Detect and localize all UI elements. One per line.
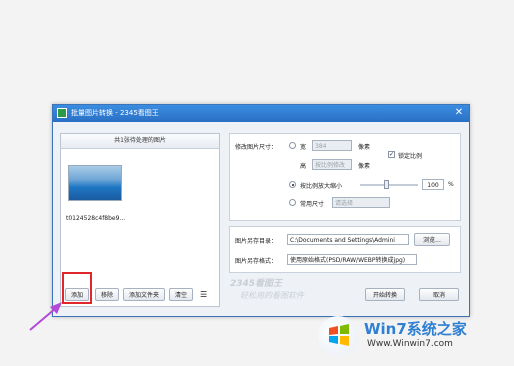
windows-flag-icon xyxy=(329,324,349,346)
height-input[interactable]: 按比例修改 xyxy=(312,159,352,170)
keep-ratio-label: 锁定比例 xyxy=(398,153,423,160)
cancel-button[interactable]: 取消 xyxy=(419,288,459,301)
list-view-icon[interactable]: ☰ xyxy=(200,290,207,299)
common-size-label: 常用尺寸 xyxy=(300,201,325,208)
resize-group: 修改图片尺寸： 宽 384 像素 ✓ 锁定比例 高 按比例修改 像素 按比例放大… xyxy=(229,133,461,221)
image-filename: t0124528c4f8be9... xyxy=(66,215,126,222)
height-label: 高 xyxy=(300,163,307,170)
clear-button[interactable]: 清空 xyxy=(169,288,193,301)
save-format-select[interactable]: 使用原始格式(PSD/RAW/WEBP转换成jpg) xyxy=(287,254,417,265)
window-title: 批量图片转换 - 2345看图王 xyxy=(71,109,159,117)
scale-radio[interactable] xyxy=(289,181,296,188)
scale-label: 按比例放大缩小 xyxy=(300,183,343,190)
remove-button[interactable]: 移除 xyxy=(95,288,119,301)
scale-slider-thumb[interactable] xyxy=(384,180,390,189)
pointer-arrow-icon xyxy=(29,302,62,331)
width-label: 宽 xyxy=(300,144,307,151)
resize-label: 修改图片尺寸： xyxy=(235,144,278,151)
output-group: 图片另存目录： C:\Documents and Settings\Admini… xyxy=(229,226,461,273)
save-dir-input[interactable]: C:\Documents and Settings\Admini xyxy=(287,234,409,245)
height-unit: 像素 xyxy=(358,163,371,170)
keep-ratio-checkbox[interactable]: ✓ xyxy=(388,151,395,158)
add-folder-button[interactable]: 添加文件夹 xyxy=(123,288,165,301)
save-dir-label: 图片另存目录： xyxy=(235,238,278,245)
close-button[interactable]: ✕ xyxy=(453,107,465,119)
common-size-select[interactable]: 请选择 xyxy=(332,197,390,208)
width-radio[interactable] xyxy=(289,142,296,149)
slogan-watermark: 轻松用的看图软件 xyxy=(240,291,304,300)
save-format-label: 图片另存格式： xyxy=(235,258,278,265)
scale-unit: % xyxy=(448,181,454,188)
start-convert-button[interactable]: 开始转换 xyxy=(365,288,405,301)
browse-button[interactable]: 浏览... xyxy=(414,233,450,246)
common-size-radio[interactable] xyxy=(289,199,296,206)
width-input[interactable]: 384 xyxy=(312,140,352,151)
image-thumbnail[interactable] xyxy=(68,165,122,201)
app-icon xyxy=(57,108,67,118)
site-brand-name: Win7系统之家 xyxy=(364,320,467,338)
site-url: Www.Winwin7.com xyxy=(367,339,453,349)
width-unit: 像素 xyxy=(358,144,371,151)
image-count-header: 共1张待处理的图片 xyxy=(61,134,219,149)
scale-input[interactable]: 100 xyxy=(422,179,444,190)
brand-watermark: 2345看图王 xyxy=(230,279,283,289)
title-bar: 批量图片转换 - 2345看图王 ✕ xyxy=(53,105,469,122)
scale-slider[interactable] xyxy=(360,180,418,189)
